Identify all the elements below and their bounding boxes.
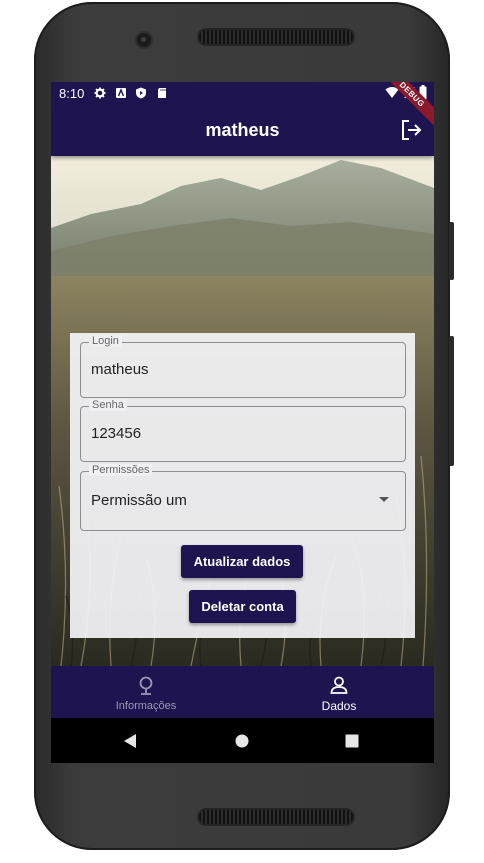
nav-item-dados[interactable]: Dados (244, 666, 434, 718)
back-icon[interactable] (123, 733, 137, 749)
map-pin-icon (139, 676, 153, 695)
login-label: Login (89, 335, 122, 347)
app-bar: matheus (51, 105, 434, 156)
shield-play-icon (136, 87, 146, 99)
bottom-navigation: Informações Dados (51, 666, 434, 718)
status-bar: 8:10 DEBUG (51, 82, 434, 128)
volume-button (449, 222, 454, 280)
dropdown-arrow-icon (379, 497, 389, 502)
background-image: Login matheus Senha 123456 Permissões Pe… (51, 156, 434, 666)
bottom-speaker (199, 810, 353, 824)
permissions-selected: Permissão um (91, 492, 187, 509)
login-field[interactable]: Login matheus (80, 335, 406, 398)
account-form-card: Login matheus Senha 123456 Permissões Pe… (70, 333, 415, 638)
person-icon (330, 676, 348, 694)
logout-icon[interactable] (400, 119, 422, 141)
page-title: matheus (205, 120, 280, 140)
password-label: Senha (89, 399, 127, 411)
device-screen: 8:10 DEBUG matheus Login matheus Senha 1… (51, 82, 434, 763)
login-value: matheus (91, 361, 149, 378)
settings-icon (94, 87, 106, 99)
password-value: 123456 (91, 425, 142, 442)
nav-label-dados: Dados (321, 699, 357, 713)
app-a-icon (116, 88, 126, 98)
nav-label-informacoes: Informações (115, 700, 177, 712)
power-button (449, 336, 454, 466)
system-navigation-bar (51, 718, 434, 763)
front-camera (137, 33, 151, 47)
update-data-button[interactable]: Atualizar dados (181, 545, 303, 578)
permissions-dropdown[interactable]: Permissões Permissão um (80, 464, 406, 531)
delete-account-button[interactable]: Deletar conta (189, 590, 296, 623)
top-speaker (199, 30, 353, 44)
permissions-label: Permissões (89, 464, 153, 476)
status-time: 8:10 (59, 86, 85, 101)
nav-item-informacoes[interactable]: Informações (51, 666, 241, 718)
sd-card-icon (158, 88, 166, 98)
password-field[interactable]: Senha 123456 (80, 399, 406, 462)
recents-icon[interactable] (345, 734, 359, 748)
home-icon[interactable] (235, 734, 249, 748)
